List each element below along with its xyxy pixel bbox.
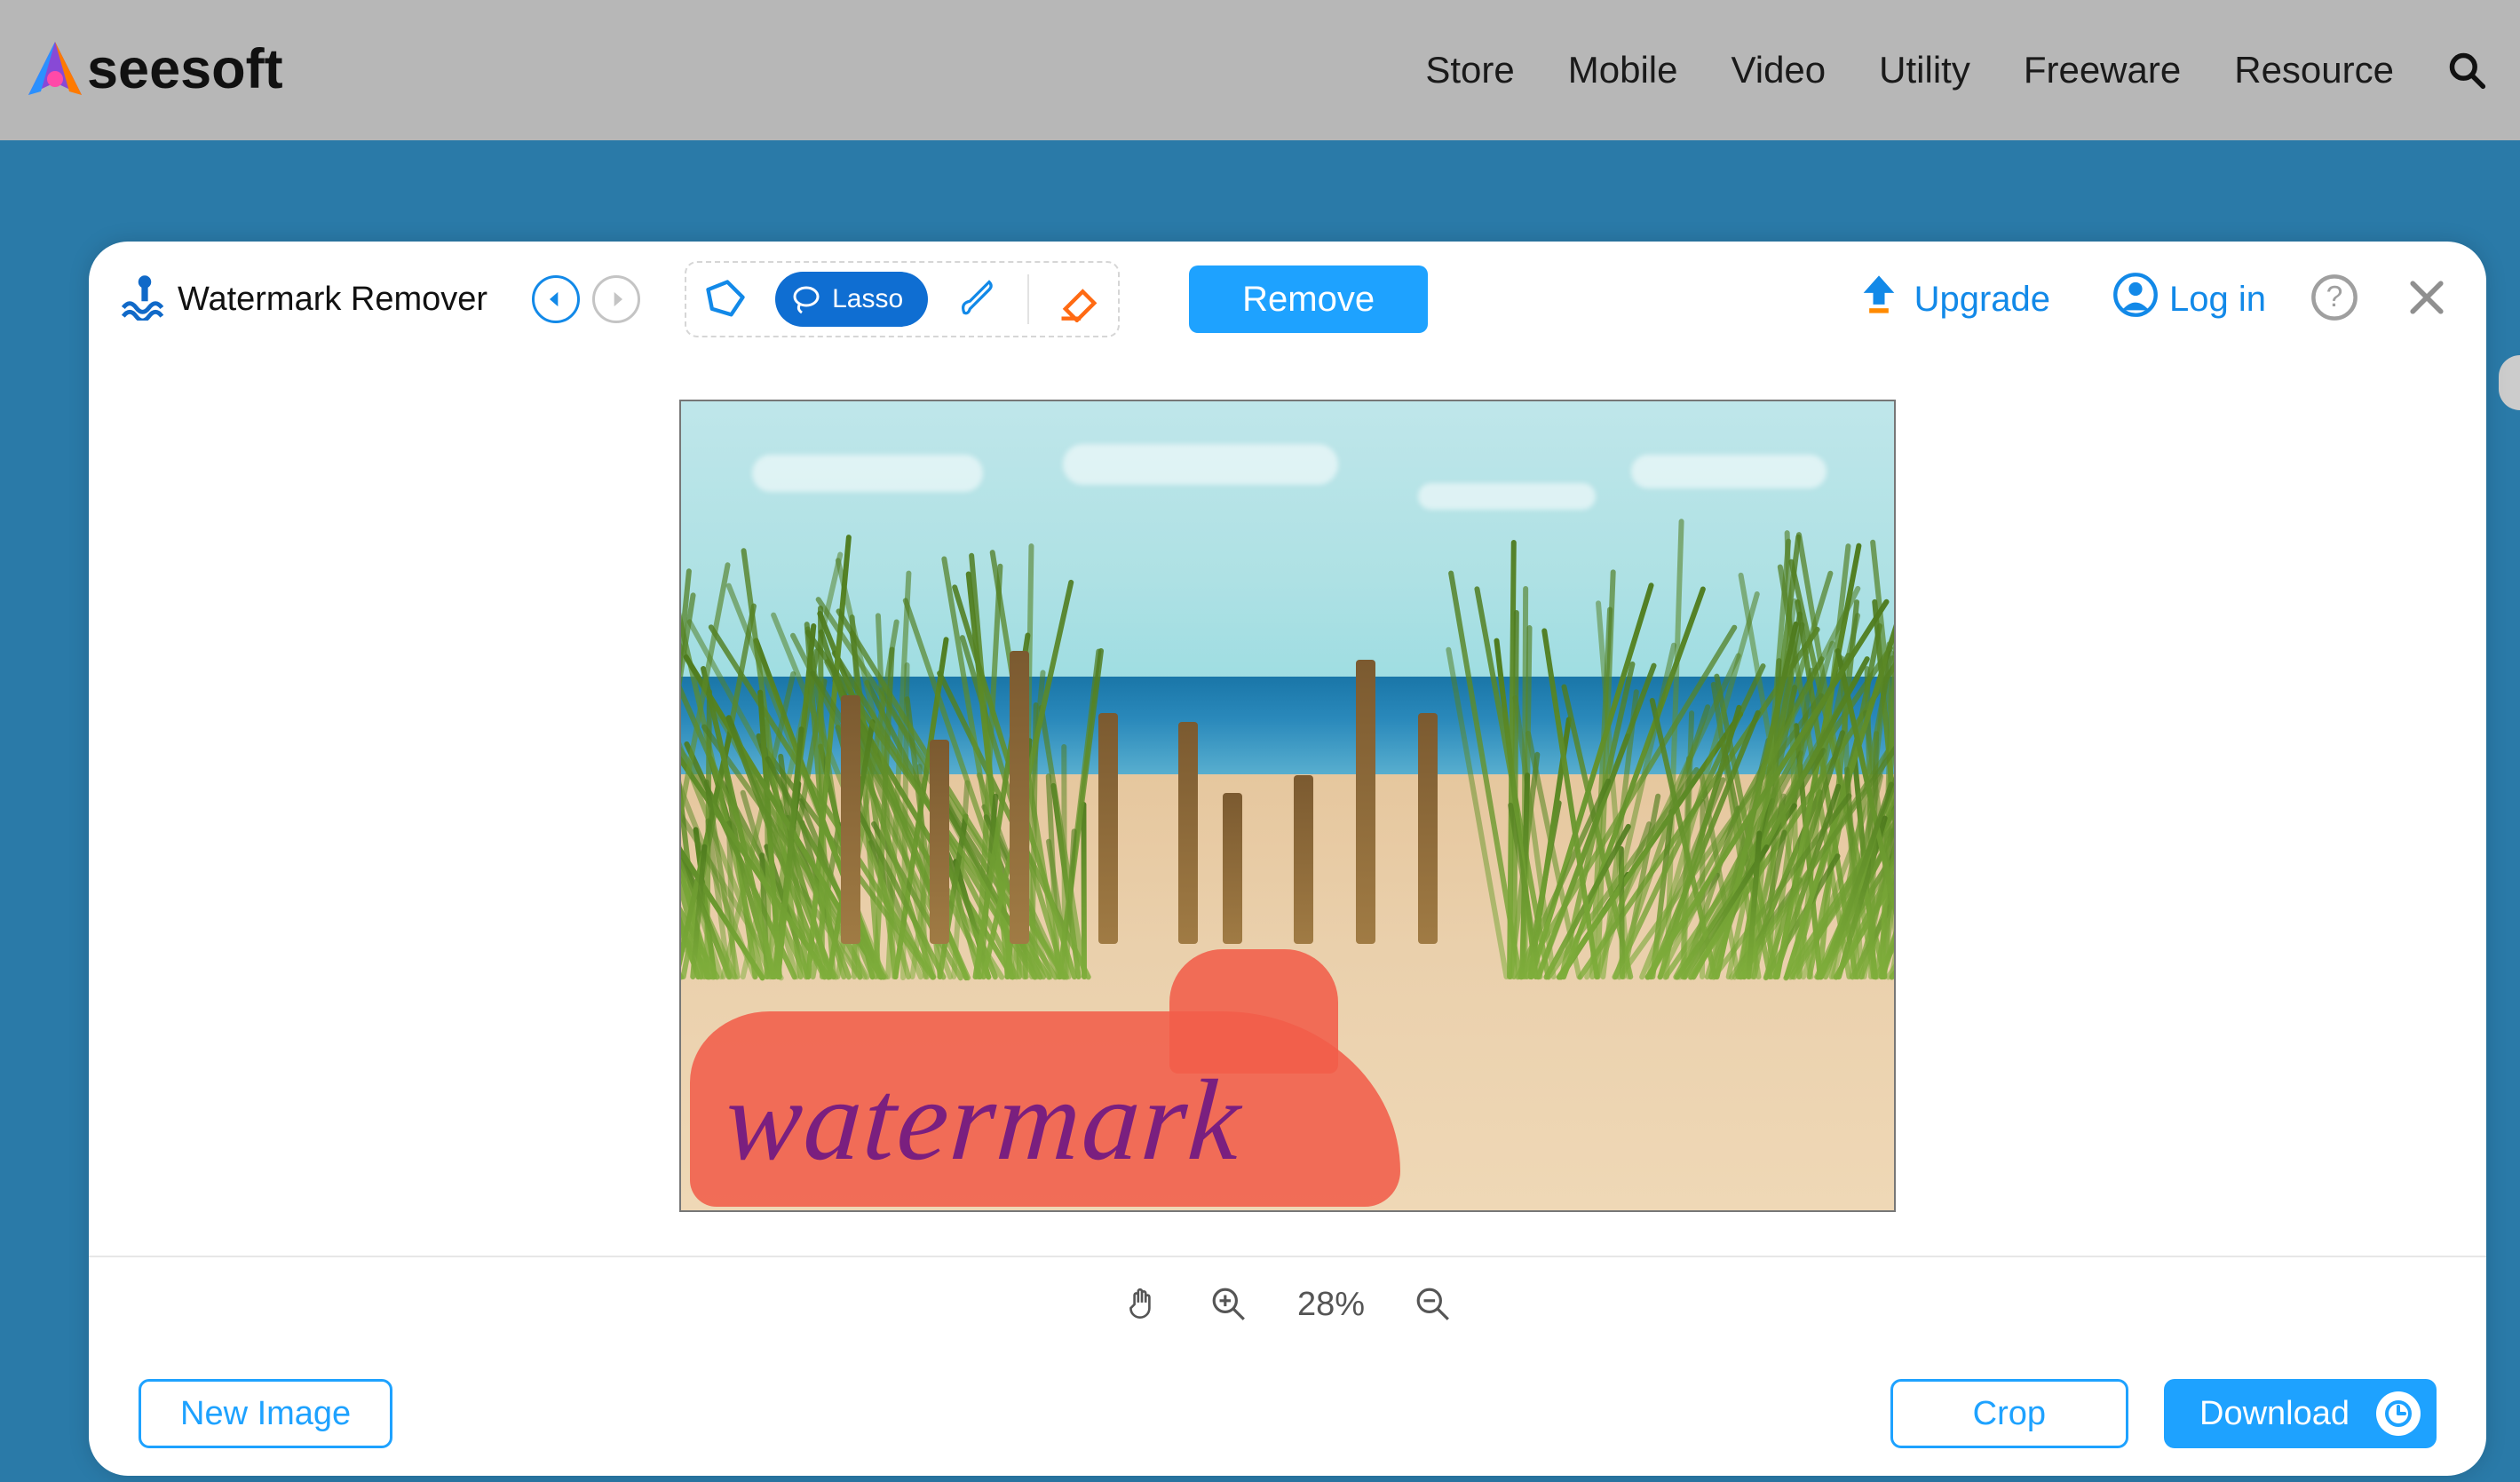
pan-hand-icon[interactable] [1123,1286,1161,1323]
eraser-tool-icon[interactable] [1056,276,1102,322]
nav-utility[interactable]: Utility [1879,49,1970,91]
nav-video[interactable]: Video [1731,49,1826,91]
nav-mobile[interactable]: Mobile [1568,49,1678,91]
upgrade-icon [1856,272,1902,327]
brand-logo[interactable]: seesoft [21,26,359,115]
crop-button[interactable]: Crop [1890,1379,2128,1448]
canvas-image[interactable]: watermark [679,400,1896,1212]
site-header: seesoft Store Mobile Video Utility Freew… [0,0,2520,140]
remove-button[interactable]: Remove [1189,265,1428,333]
undo-button[interactable] [532,275,580,323]
zoom-bar: 28% [89,1257,2486,1351]
site-nav: Store Mobile Video Utility Freeware Reso… [1425,49,2486,91]
close-icon[interactable] [2403,273,2451,326]
app-footer: New Image Crop Download [89,1351,2486,1476]
tool-separator [1027,274,1029,324]
download-label: Download [2199,1395,2350,1433]
svg-text:seesoft: seesoft [87,38,283,100]
watermark-text: watermark [721,1054,1247,1187]
nav-store[interactable]: Store [1425,49,1514,91]
zoom-out-icon[interactable] [1415,1286,1452,1323]
app-title: Watermark Remover [119,269,487,329]
canvas-area[interactable]: watermark [89,357,2486,1257]
app-panel: Watermark Remover Lasso [89,242,2486,1476]
download-button[interactable]: Download [2164,1379,2437,1448]
new-image-button[interactable]: New Image [139,1379,392,1448]
watermark-icon [119,269,170,329]
app-toolbar: Watermark Remover Lasso [89,242,2486,357]
lasso-tool-button[interactable]: Lasso [775,272,928,327]
nav-freeware[interactable]: Freeware [2024,49,2181,91]
svg-text:?: ? [2326,280,2343,313]
history-controls [532,275,640,323]
crop-label: Crop [1973,1395,2046,1433]
nav-resource[interactable]: Resource [2234,49,2394,91]
zoom-value: 28% [1297,1286,1365,1324]
selection-tools: Lasso [685,261,1120,337]
app-title-text: Watermark Remover [178,281,487,319]
search-icon[interactable] [2447,51,2486,90]
login-button[interactable]: Log in [2112,272,2266,327]
redo-button[interactable] [592,275,640,323]
upgrade-button[interactable]: Upgrade [1856,272,2050,327]
upgrade-label: Upgrade [1914,280,2050,320]
side-handle[interactable] [2499,355,2520,410]
login-label: Log in [2169,280,2266,320]
user-icon [2112,272,2159,327]
polygon-tool-icon[interactable] [702,276,749,322]
help-icon[interactable]: ? [2310,273,2358,326]
zoom-in-icon[interactable] [1210,1286,1248,1323]
brush-tool-icon[interactable] [955,276,1001,322]
history-clock-icon[interactable] [2376,1391,2421,1436]
new-image-label: New Image [180,1395,351,1433]
remove-label: Remove [1242,280,1375,320]
lasso-label: Lasso [832,284,903,314]
